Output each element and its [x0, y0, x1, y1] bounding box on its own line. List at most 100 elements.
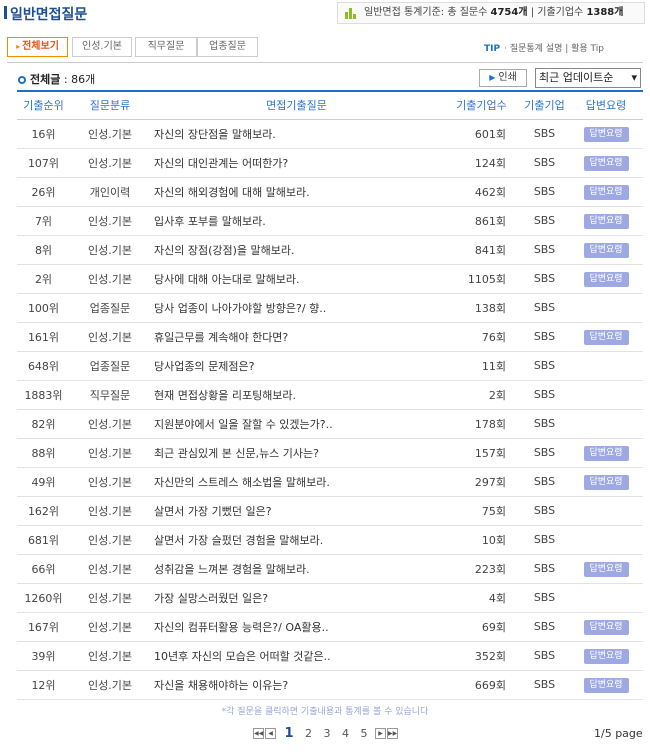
answer-tips-button[interactable]: 답변요령 — [583, 677, 629, 693]
question-cell[interactable]: 자신의 대인관계는 어떠한가? — [150, 148, 443, 177]
answer-tips-button[interactable]: 답변요령 — [583, 474, 629, 490]
answer-cell: 답변요령 — [569, 206, 643, 235]
table-row[interactable]: 7위 인성.기본 입사후 포부를 말해보라. 861회 SBS 답변요령 — [17, 206, 643, 235]
question-cell[interactable]: 자신의 장단점을 말해보라. — [150, 119, 443, 148]
question-cell[interactable]: 성취감을 느껴본 경험을 말해보라. — [150, 554, 443, 583]
table-row[interactable]: 162위 인성.기본 살면서 가장 기뻤던 일은? 75회 SBS — [17, 496, 643, 525]
table-row[interactable]: 26위 개인이력 자신의 해외경험에 대해 말해보라. 462회 SBS 답변요령 — [17, 177, 643, 206]
page-4[interactable]: 4 — [342, 727, 349, 740]
tab-all[interactable]: 전체보기 — [7, 37, 68, 57]
question-cell[interactable]: 현재 면접상황을 리포팅해보라. — [150, 380, 443, 409]
print-label: 인쇄 — [498, 72, 517, 83]
count-cell: 76회 — [481, 330, 506, 344]
question-cell[interactable]: 당사에 대해 아는대로 말해보라. — [150, 264, 443, 293]
table-row[interactable]: 1883위 직무질문 현재 면접상황을 리포팅해보라. 2회 SBS — [17, 380, 643, 409]
category-cell: 인성.기본 — [88, 214, 132, 228]
table-row[interactable]: 681위 인성.기본 살면서 가장 슬펐던 경험을 말해보라. 10회 SBS — [17, 525, 643, 554]
table-row[interactable]: 88위 인성.기본 최근 관심있게 본 신문,뉴스 기사는? 157회 SBS 답변요령 — [17, 438, 643, 467]
question-cell[interactable]: 자신의 장점(강점)을 말해보라. — [150, 235, 443, 264]
rank-cell: 82위 — [31, 417, 56, 431]
question-cell[interactable]: 자신의 해외경험에 대해 말해보라. — [150, 177, 443, 206]
questions-table: 기출순위 질문분류 면접기출질문 기출기업수 기출기업 답변요령 16위 인성.기… — [17, 90, 643, 700]
answer-tips-button[interactable]: 답변요령 — [583, 329, 629, 345]
page-header: 일반면접질문 일반면접 통계기준: 총 질문수 4754개 | 기출기업수 13… — [0, 0, 650, 34]
question-cell[interactable]: 지원분야에서 일을 잘할 수 있겠는가?.. — [150, 409, 443, 438]
question-cell[interactable]: 당사업종의 문제점은? — [150, 351, 443, 380]
table-row[interactable]: 49위 인성.기본 자신만의 스트레스 해소법을 말해보라. 297회 SBS 답변요령 — [17, 467, 643, 496]
answer-cell — [569, 293, 643, 322]
company-cell: SBS — [533, 446, 556, 459]
answer-cell: 답변요령 — [569, 438, 643, 467]
answer-tips-button[interactable]: 답변요령 — [583, 561, 629, 577]
question-cell[interactable]: 자신의 컴퓨터활용 능력은?/ OA활용.. — [150, 612, 443, 641]
page-title: 일반면접질문 — [10, 7, 88, 23]
prev-page-icon[interactable]: ◀ — [265, 728, 276, 739]
first-page-icon[interactable]: ◀◀ — [253, 728, 264, 739]
tab-personality[interactable]: 인성.기본 — [72, 37, 132, 57]
company-cell: SBS — [533, 243, 556, 256]
table-row[interactable]: 167위 인성.기본 자신의 컴퓨터활용 능력은?/ OA활용.. 69회 SBS 답변요… — [17, 612, 643, 641]
page-2[interactable]: 2 — [305, 727, 312, 740]
page-3[interactable]: 3 — [324, 727, 331, 740]
col-category: 질문분류 — [89, 99, 131, 113]
tip-link[interactable]: TIP · 질문통계 설명 | 활용 Tip — [484, 41, 604, 54]
question-cell[interactable]: 자신만의 스트레스 해소법을 말해보라. — [150, 467, 443, 496]
company-cell: SBS — [533, 591, 556, 604]
question-cell[interactable]: 가장 실망스러웠던 일은? — [150, 583, 443, 612]
print-button[interactable]: ▶ 인쇄 — [479, 69, 527, 87]
table-row[interactable]: 66위 인성.기본 성취감을 느껴본 경험을 말해보라. 223회 SBS 답변요령 — [17, 554, 643, 583]
table-row[interactable]: 161위 인성.기본 휴일근무를 계속해야 한다면? 76회 SBS 답변요령 — [17, 322, 643, 351]
rank-cell: 8위 — [34, 243, 53, 257]
answer-tips-button[interactable]: 답변요령 — [583, 648, 629, 664]
count-cell: 124회 — [474, 156, 506, 170]
table-row[interactable]: 100위 업종질문 당사 업종이 나아가야할 방향은?/ 향.. 138회 SBS — [17, 293, 643, 322]
company-cell: SBS — [533, 127, 556, 140]
answer-tips-button[interactable]: 답변요령 — [583, 213, 629, 229]
count-label: 전체글 — [30, 73, 61, 86]
question-cell[interactable]: 최근 관심있게 본 신문,뉴스 기사는? — [150, 438, 443, 467]
answer-tips-button[interactable]: 답변요령 — [583, 271, 629, 287]
table-row[interactable]: 107위 인성.기본 자신의 대인관계는 어떠한가? 124회 SBS 답변요령 — [17, 148, 643, 177]
answer-tips-button[interactable]: 답변요령 — [583, 445, 629, 461]
company-cell: SBS — [533, 649, 556, 662]
table-row[interactable]: 82위 인성.기본 지원분야에서 일을 잘할 수 있겠는가?.. 178회 SBS — [17, 409, 643, 438]
rank-cell: 100위 — [27, 301, 60, 315]
rank-cell: 162위 — [27, 504, 60, 518]
table-row[interactable]: 12위 인성.기본 자신을 채용해야하는 이유는? 669회 SBS 답변요령 — [17, 670, 643, 699]
answer-tips-button[interactable]: 답변요령 — [583, 155, 629, 171]
count-cell: 157회 — [474, 446, 506, 460]
question-cell[interactable]: 휴일근무를 계속해야 한다면? — [150, 322, 443, 351]
divider — [7, 62, 643, 63]
sort-select[interactable]: 최근 업데이트순 ▾ — [535, 68, 641, 88]
count-cell: 138회 — [474, 301, 506, 315]
table-row[interactable]: 648위 업종질문 당사업종의 문제점은? 11회 SBS — [17, 351, 643, 380]
answer-tips-button[interactable]: 답변요령 — [583, 126, 629, 142]
question-cell[interactable]: 자신을 채용해야하는 이유는? — [150, 670, 443, 699]
tab-job[interactable]: 직무질문 — [135, 37, 197, 57]
question-cell[interactable]: 10년후 자신의 모습은 어떠할 것같은.. — [150, 641, 443, 670]
answer-tips-button[interactable]: 답변요령 — [583, 242, 629, 258]
table-row[interactable]: 16위 인성.기본 자신의 장단점을 말해보라. 601회 SBS 답변요령 — [17, 119, 643, 148]
category-cell: 직무질문 — [89, 388, 131, 402]
answer-tips-button[interactable]: 답변요령 — [583, 619, 629, 635]
pagination: ◀◀ ◀ 1 2 3 4 5 ▶ ▶▶ — [253, 726, 399, 741]
answer-tips-button[interactable]: 답변요령 — [583, 184, 629, 200]
answer-cell — [569, 583, 643, 612]
last-page-icon[interactable]: ▶▶ — [387, 728, 399, 739]
count-value: : 86개 — [60, 73, 96, 86]
question-cell[interactable]: 살면서 가장 슬펐던 경험을 말해보라. — [150, 525, 443, 554]
table-row[interactable]: 1260위 인성.기본 가장 실망스러웠던 일은? 4회 SBS — [17, 583, 643, 612]
page-1[interactable]: 1 — [285, 726, 294, 741]
question-cell[interactable]: 당사 업종이 나아가야할 방향은?/ 향.. — [150, 293, 443, 322]
question-cell[interactable]: 입사후 포부를 말해보라. — [150, 206, 443, 235]
next-page-icon[interactable]: ▶ — [375, 728, 387, 739]
tab-industry[interactable]: 업종질문 — [197, 37, 258, 57]
table-row[interactable]: 2위 인성.기본 당사에 대해 아는대로 말해보라. 1105회 SBS 답변요령 — [17, 264, 643, 293]
count-cell: 1105회 — [467, 272, 506, 286]
table-row[interactable]: 39위 인성.기본 10년후 자신의 모습은 어떠할 것같은.. 352회 SBS 답변요… — [17, 641, 643, 670]
question-cell[interactable]: 살면서 가장 기뻤던 일은? — [150, 496, 443, 525]
company-cell: SBS — [533, 678, 556, 691]
table-row[interactable]: 8위 인성.기본 자신의 장점(강점)을 말해보라. 841회 SBS 답변요령 — [17, 235, 643, 264]
count-cell: 178회 — [474, 417, 506, 431]
page-5[interactable]: 5 — [361, 727, 368, 740]
